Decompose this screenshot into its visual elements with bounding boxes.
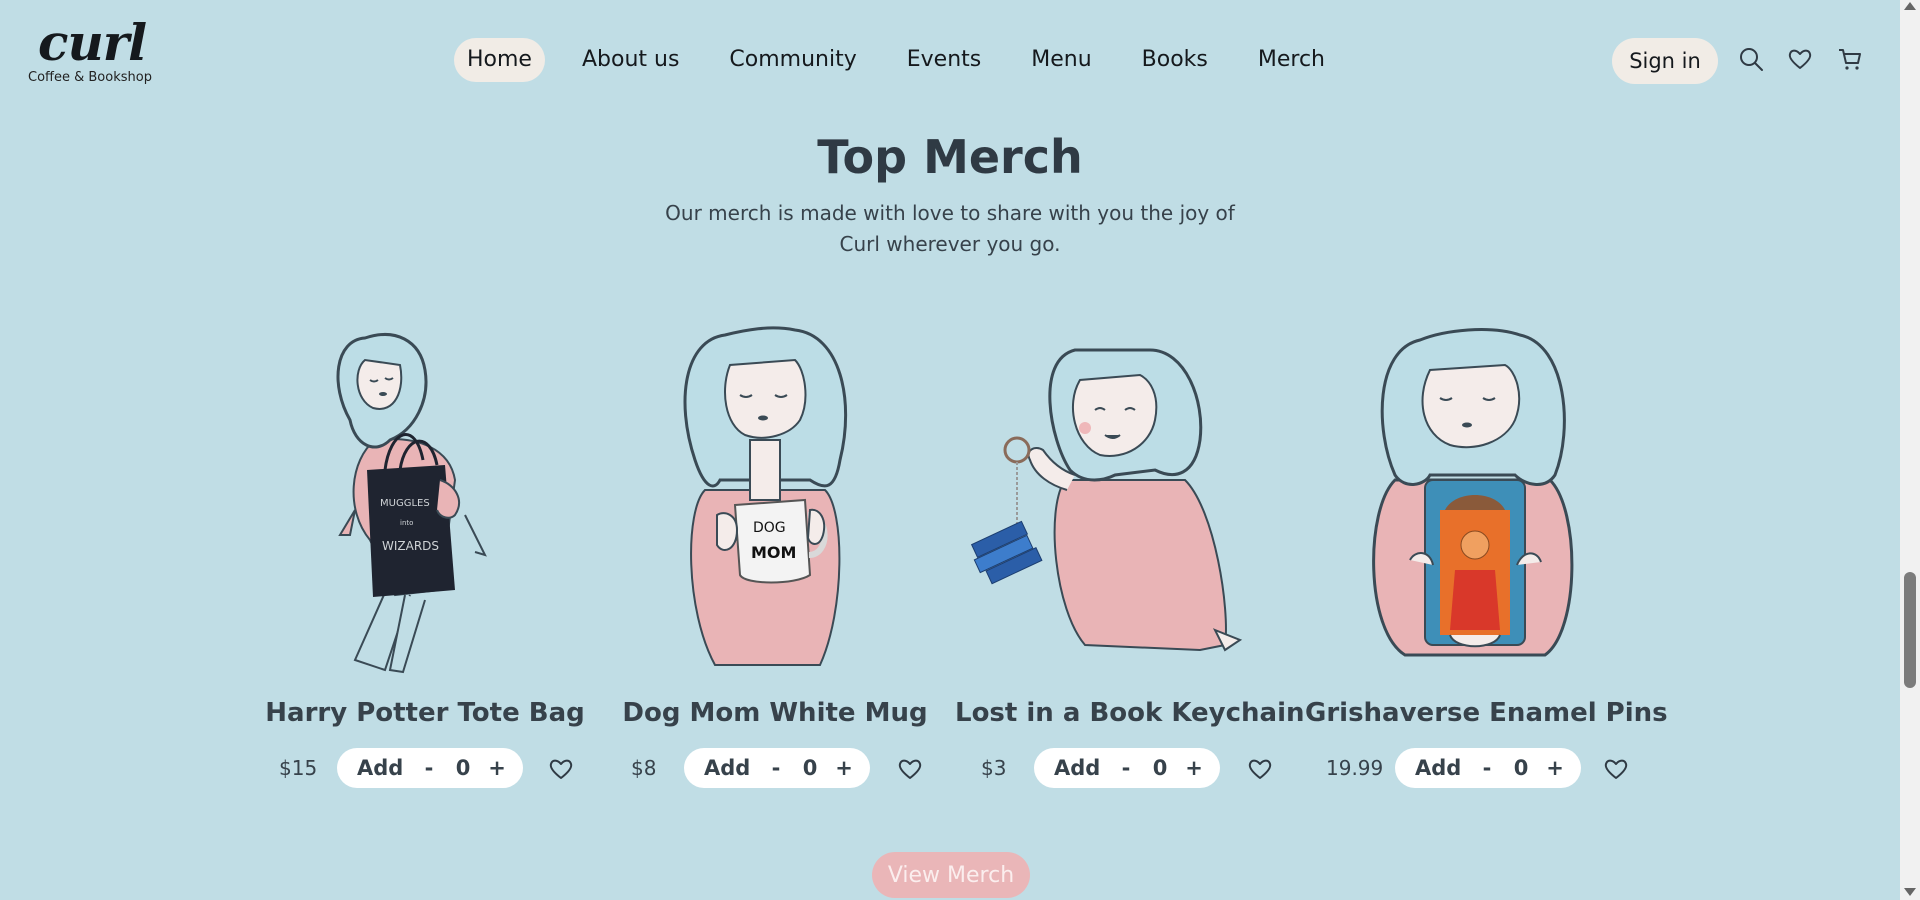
add-to-cart-button[interactable]: Add bbox=[704, 756, 762, 780]
site-header: curl Coffee & Bookshop Home About us Com… bbox=[0, 0, 1900, 110]
decrease-quantity-button[interactable]: - bbox=[762, 756, 790, 780]
product-grid: MUGGLES into WIZARDS Harry Potter Tote B… bbox=[0, 310, 1900, 790]
nav-item-menu[interactable]: Menu bbox=[1018, 38, 1104, 82]
nav-item-books[interactable]: Books bbox=[1129, 38, 1221, 82]
add-to-cart-button[interactable]: Add bbox=[357, 756, 415, 780]
nav-item-community[interactable]: Community bbox=[716, 38, 869, 82]
subtitle-line-2: Curl wherever you go. bbox=[839, 232, 1061, 256]
quantity-control: Add - 0 + bbox=[684, 748, 870, 788]
keychain-illustration bbox=[970, 348, 1243, 652]
add-to-cart-button[interactable]: Add bbox=[1054, 756, 1112, 780]
decrease-quantity-button[interactable]: - bbox=[1112, 756, 1140, 780]
logo-tagline: Coffee & Bookshop bbox=[28, 70, 152, 85]
sign-in-button[interactable]: Sign in bbox=[1612, 38, 1718, 84]
nav-item-home[interactable]: Home bbox=[454, 38, 545, 82]
quantity-control: Add - 0 + bbox=[337, 748, 523, 788]
quantity-value: 0 bbox=[1152, 756, 1168, 780]
quantity-value: 0 bbox=[455, 756, 471, 780]
favorite-heart-icon[interactable] bbox=[1247, 756, 1273, 782]
quantity-value: 0 bbox=[802, 756, 818, 780]
main-nav: Home About us Community Events Menu Book… bbox=[454, 38, 1362, 82]
section-subtitle: Our merch is made with love to share wit… bbox=[660, 198, 1240, 260]
wishlist-heart-icon[interactable] bbox=[1787, 46, 1813, 72]
product-price: $15 bbox=[279, 756, 318, 780]
mug-text-dog: DOG bbox=[753, 520, 786, 536]
scroll-up-arrow-icon[interactable] bbox=[1904, 2, 1916, 10]
tote-text-wizards: WIZARDS bbox=[382, 539, 439, 553]
decrease-quantity-button[interactable]: - bbox=[1473, 756, 1501, 780]
tote-text-into: into bbox=[400, 519, 413, 527]
quantity-control: Add - 0 + bbox=[1034, 748, 1220, 788]
product-price: 19.99 bbox=[1326, 756, 1384, 780]
logo[interactable]: curl Coffee & Bookshop bbox=[28, 13, 158, 86]
tote-text-muggles: MUGGLES bbox=[380, 498, 430, 509]
product-name: Lost in a Book Keychain bbox=[955, 698, 1305, 728]
favorite-heart-icon[interactable] bbox=[548, 756, 574, 782]
increase-quantity-button[interactable]: + bbox=[1541, 756, 1569, 780]
section-title: Top Merch bbox=[817, 130, 1083, 184]
tote-bag-illustration: MUGGLES into WIZARDS bbox=[336, 333, 487, 674]
increase-quantity-button[interactable]: + bbox=[830, 756, 858, 780]
product-price: $8 bbox=[631, 756, 657, 780]
increase-quantity-button[interactable]: + bbox=[483, 756, 511, 780]
mug-illustration: DOG MOM bbox=[683, 326, 848, 666]
mug-text-mom: MOM bbox=[751, 543, 796, 562]
logo-wordmark: curl bbox=[38, 13, 147, 72]
product-name: Dog Mom White Mug bbox=[622, 698, 928, 728]
increase-quantity-button[interactable]: + bbox=[1180, 756, 1208, 780]
nav-item-merch[interactable]: Merch bbox=[1245, 38, 1338, 82]
quantity-value: 0 bbox=[1513, 756, 1529, 780]
decrease-quantity-button[interactable]: - bbox=[415, 756, 443, 780]
page-scrollbar[interactable] bbox=[1900, 0, 1920, 900]
nav-item-about-us[interactable]: About us bbox=[569, 38, 692, 82]
favorite-heart-icon[interactable] bbox=[1603, 756, 1629, 782]
favorite-heart-icon[interactable] bbox=[897, 756, 923, 782]
product-price: $3 bbox=[981, 756, 1007, 780]
add-to-cart-button[interactable]: Add bbox=[1415, 756, 1473, 780]
cart-icon[interactable] bbox=[1837, 46, 1863, 72]
product-name: Grishaverse Enamel Pins bbox=[1305, 698, 1668, 728]
view-merch-button[interactable]: View Merch bbox=[872, 852, 1030, 898]
scroll-down-arrow-icon[interactable] bbox=[1904, 888, 1916, 896]
scrollbar-thumb[interactable] bbox=[1904, 572, 1916, 688]
quantity-control: Add - 0 + bbox=[1395, 748, 1581, 788]
subtitle-line-1: Our merch is made with love to share wit… bbox=[665, 201, 1235, 225]
product-name: Harry Potter Tote Bag bbox=[265, 698, 585, 728]
enamel-pin-illustration bbox=[1372, 328, 1574, 657]
nav-item-events[interactable]: Events bbox=[894, 38, 995, 82]
search-icon[interactable] bbox=[1738, 46, 1764, 72]
